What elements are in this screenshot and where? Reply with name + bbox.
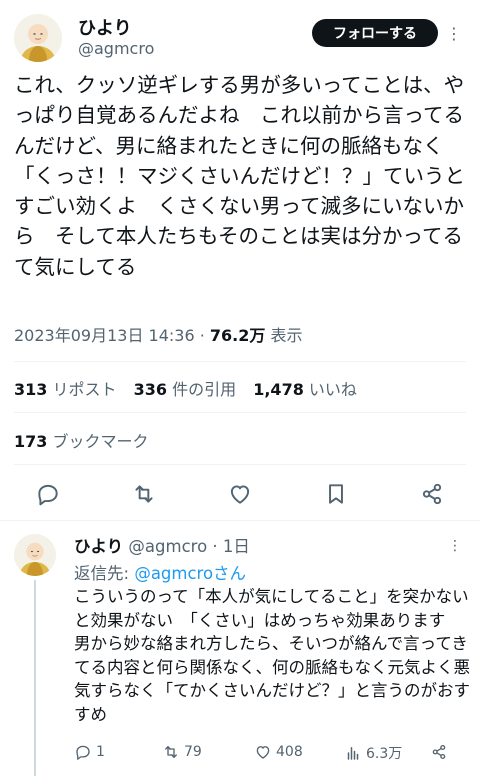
reply-text: こういうのって「本人が気にしてること」を突かないと効果がない 「くさい」はめっち… xyxy=(74,587,470,724)
user-handle[interactable]: @agmcro xyxy=(78,39,154,58)
bookmark-count: 173 xyxy=(14,432,48,451)
more-options-icon[interactable]: ⋮ xyxy=(448,538,462,554)
reply-to-line: 返信先: @agmcroさん xyxy=(74,560,246,584)
reply-icon xyxy=(76,745,90,760)
quote-count: 336 xyxy=(133,380,168,399)
reply-display-name[interactable]: ひより xyxy=(74,537,123,556)
reply-reply-count: 1 xyxy=(96,744,105,760)
view-count: 76.2万 xyxy=(209,326,266,345)
reply-views-button[interactable]: 6.3万 xyxy=(344,743,402,763)
meta-separator: · xyxy=(194,326,210,345)
bookmark-label: ブックマーク xyxy=(52,432,149,451)
heart-icon xyxy=(256,746,270,759)
reply-to-mention[interactable]: @agmcroさん xyxy=(134,564,246,583)
reply-like-button[interactable]: 408 xyxy=(254,743,303,761)
bookmark-icon[interactable] xyxy=(323,481,349,507)
reply-view-count: 6.3万 xyxy=(366,746,403,762)
like-count: 1,478 xyxy=(253,380,304,399)
reply-repost-button[interactable]: 79 xyxy=(162,743,202,761)
engagement-stats: 313 リポスト 336 件の引用 1,478 いいね xyxy=(14,376,357,400)
avatar[interactable] xyxy=(14,14,62,62)
display-name[interactable]: ひより xyxy=(78,14,132,40)
reply-share-button[interactable] xyxy=(430,743,448,761)
reply-to-label: 返信先: xyxy=(74,564,135,583)
view-label: 表示 xyxy=(265,326,303,345)
more-options-icon[interactable]: ⋮ xyxy=(446,24,462,43)
thread-line xyxy=(34,580,36,776)
repost-icon[interactable] xyxy=(131,481,157,507)
reply-like-count: 408 xyxy=(276,744,303,760)
repost-icon xyxy=(165,746,177,758)
tweet-action-bar xyxy=(0,478,480,510)
follow-button[interactable]: フォローする xyxy=(312,19,438,47)
share-icon[interactable] xyxy=(419,481,445,507)
divider xyxy=(14,464,466,465)
reply-handle[interactable]: @agmcro xyxy=(128,537,207,556)
reply-header: ひより @agmcro · 1日 xyxy=(74,533,250,557)
share-icon xyxy=(432,744,446,760)
reply-icon[interactable] xyxy=(35,481,61,507)
reply-action-bar: 1 79 408 6.3万 xyxy=(74,743,474,765)
repost-count: 313 xyxy=(14,380,48,399)
repost-label: リポスト xyxy=(52,380,117,399)
views-icon xyxy=(347,747,359,760)
divider xyxy=(14,412,466,413)
bookmark-stat[interactable]: 173 ブックマーク xyxy=(14,428,149,452)
repost-stat[interactable]: 313 リポスト xyxy=(14,380,117,399)
tweet-meta: 2023年09月13日 14:36 · 76.2万 表示 xyxy=(14,322,302,346)
reply-reply-button[interactable]: 1 xyxy=(74,743,105,761)
timestamp[interactable]: 2023年09月13日 14:36 xyxy=(14,326,195,345)
reply-age[interactable]: · 1日 xyxy=(207,537,250,556)
divider xyxy=(14,361,466,362)
monk-avatar-icon xyxy=(14,14,62,62)
quote-stat[interactable]: 336 件の引用 xyxy=(134,380,237,399)
avatar[interactable] xyxy=(14,534,56,576)
tweet-detail-page: ひより @agmcro フォローする ⋮ これ、クッソ逆ギレする男が多いってこと… xyxy=(0,0,480,776)
divider xyxy=(0,520,480,521)
tweet-text: これ、クッソ逆ギレする男が多いってことは、やっぱり自覚あるんだよね これ以前から… xyxy=(14,73,465,279)
like-stat[interactable]: 1,478 いいね xyxy=(253,380,357,399)
monk-avatar-icon xyxy=(14,534,56,576)
reply-repost-count: 79 xyxy=(184,744,202,760)
quote-label: 件の引用 xyxy=(172,380,237,399)
like-label: いいね xyxy=(308,380,357,399)
heart-icon[interactable] xyxy=(227,481,253,507)
